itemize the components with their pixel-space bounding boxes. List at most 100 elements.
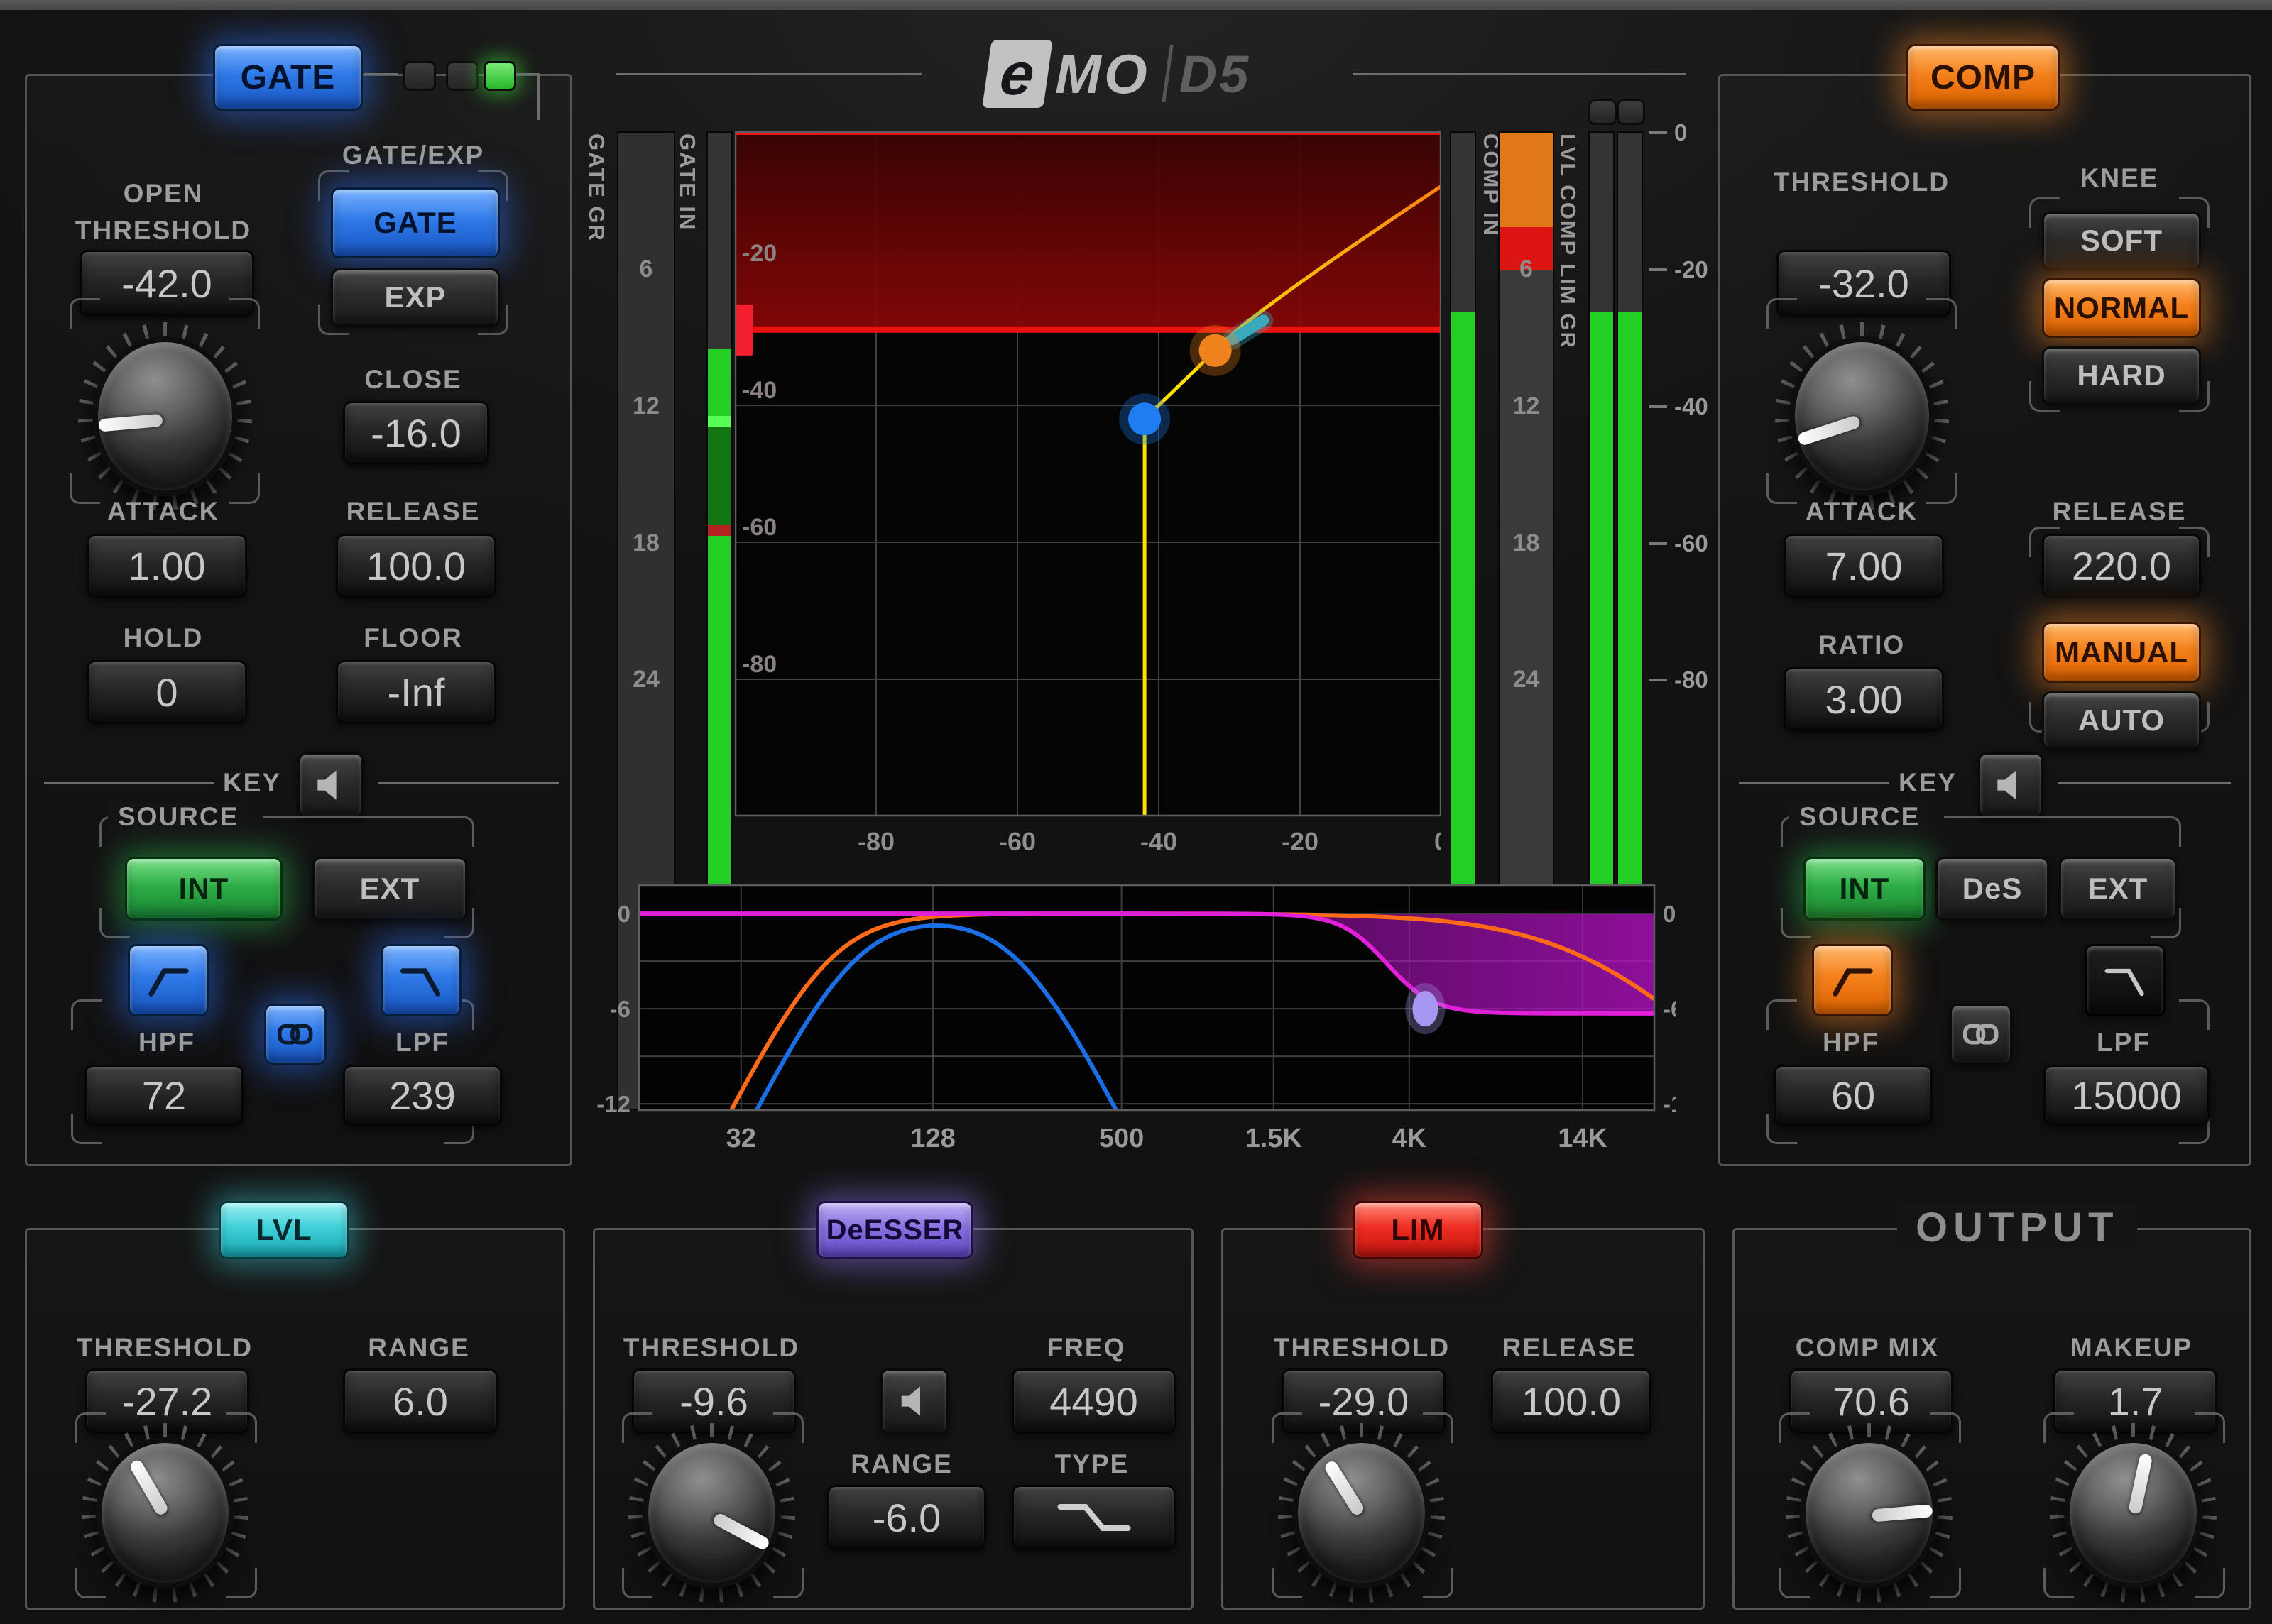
comp-hpf-label: HPF (1769, 1028, 1933, 1058)
comp-key-line-left (1740, 782, 1889, 784)
comp-enable-button[interactable]: COMP (1906, 44, 2060, 111)
svg-text:-60: -60 (999, 827, 1036, 856)
lim-enable-button[interactable]: LIM (1353, 1201, 1483, 1259)
svg-text:0: 0 (1434, 827, 1441, 856)
meter-scale-label: 6 (1500, 256, 1553, 283)
comp-filter-link-button[interactable] (1950, 1004, 2012, 1065)
deesser-listen-button[interactable] (880, 1368, 949, 1434)
meter-segment (1451, 133, 1475, 312)
lim-release-field[interactable]: 100.0 (1491, 1368, 1651, 1434)
dynamics-transfer-chart[interactable]: -20-40-60-80-80-60-40-200 (735, 131, 1441, 884)
gate-open-label-1: OPEN (57, 179, 270, 209)
highpass-filter-icon (1825, 956, 1879, 1004)
gate-key-line-left (44, 782, 214, 784)
comp-source-int-button[interactable]: INT (1803, 857, 1926, 921)
comp-source-ext-button[interactable]: EXT (2059, 857, 2177, 921)
deesser-type-selector[interactable] (1012, 1485, 1176, 1550)
output-title: OUTPUT (1897, 1204, 2137, 1251)
gate-in-meter-label: GATE IN (674, 133, 700, 231)
comp-knee-normal-button[interactable]: NORMAL (2042, 278, 2201, 338)
comp-key-listen-button[interactable] (1978, 752, 2043, 818)
svg-text:-80: -80 (858, 827, 895, 856)
deesser-freq-field[interactable]: 4490 (1012, 1368, 1176, 1434)
emo-d5-plugin-window: e MO D5 GATE OPEN THRESHOLD -42.0 GATE/E… (0, 0, 2272, 1624)
svg-text:-12: -12 (596, 1091, 630, 1117)
gate-source-label: SOURCE (108, 802, 248, 832)
gate-close-field[interactable]: -16.0 (343, 401, 489, 465)
svg-text:1.5K: 1.5K (1245, 1124, 1303, 1153)
speaker-icon (310, 764, 352, 806)
gate-key-label: KEY (213, 768, 291, 798)
lim-threshold-label: THRESHOLD (1255, 1333, 1468, 1363)
comp-knee-label: KNEE (2027, 163, 2212, 193)
gate-threshold-knob[interactable] (92, 336, 238, 496)
svg-text:4K: 4K (1392, 1124, 1427, 1153)
gate-lpf-enable-button[interactable] (381, 944, 462, 1016)
gate-close-label: CLOSE (321, 365, 506, 395)
deesser-range-field[interactable]: -6.0 (827, 1485, 986, 1550)
comp-ratio-label: RATIO (1755, 630, 1968, 660)
gate-release-field[interactable]: 100.0 (336, 534, 496, 598)
key-filter-response-chart[interactable]: 321285001.5K4K14K00-6-6-12-12 (596, 880, 1676, 1164)
link-icon (275, 1014, 315, 1054)
lvl-range-field[interactable]: 6.0 (343, 1368, 498, 1434)
level-scale-label: -80 (1649, 666, 1708, 693)
logo-divider (1162, 45, 1173, 102)
comp-release-field[interactable]: 220.0 (2042, 534, 2201, 598)
gate-hpf-enable-button[interactable] (128, 944, 209, 1016)
deesser-type-label: TYPE (985, 1449, 1198, 1479)
gate-hold-field[interactable]: 0 (87, 660, 247, 724)
gate-attack-field[interactable]: 1.00 (87, 534, 247, 598)
lim-release-label: RELEASE (1463, 1333, 1676, 1363)
output-makeup-label: MAKEUP (2025, 1333, 2238, 1363)
lvl-enable-button[interactable]: LVL (219, 1201, 349, 1259)
logo-mo-text: MO (1055, 42, 1150, 106)
gate-enable-button[interactable]: GATE (213, 44, 363, 111)
highpass-filter-icon (141, 956, 195, 1004)
comp-lpf-freq-field[interactable]: 15000 (2043, 1065, 2210, 1126)
gate-floor-field[interactable]: -Inf (336, 660, 496, 724)
gate-filter-link-button[interactable] (264, 1004, 327, 1065)
comp-mix-knob[interactable] (1800, 1437, 1938, 1589)
gate-key-listen-button[interactable] (298, 752, 364, 818)
gate-lpf-freq-field[interactable]: 239 (343, 1065, 502, 1126)
lvl-threshold-knob[interactable] (96, 1437, 234, 1589)
comp-knee-soft-button[interactable]: SOFT (2042, 212, 2201, 270)
meter-segment (1500, 133, 1553, 227)
comp-release-auto-button[interactable]: AUTO (2042, 691, 2201, 750)
makeup-knob[interactable] (2064, 1437, 2202, 1589)
speaker-icon (1989, 764, 2032, 806)
gate-source-int-button[interactable]: INT (125, 857, 283, 921)
gate-hpf-freq-field[interactable]: 72 (84, 1065, 244, 1126)
gate-mode-exp-button[interactable]: EXP (331, 268, 500, 327)
gate-mode-label: GATE/EXP (321, 141, 506, 170)
svg-text:32: 32 (726, 1124, 756, 1153)
comp-hpf-enable-button[interactable] (1812, 944, 1893, 1016)
deesser-enable-button[interactable]: DeESSER (816, 1201, 973, 1259)
deesser-threshold-knob[interactable] (643, 1437, 781, 1589)
comp-source-des-button[interactable]: DeS (1935, 857, 2049, 921)
gate-routing-led-1 (403, 61, 436, 91)
comp-lpf-enable-button[interactable] (2085, 944, 2166, 1016)
output-led-left (1588, 99, 1617, 125)
meter-scale-label: 6 (618, 256, 674, 283)
svg-text:-20: -20 (1282, 827, 1318, 856)
comp-attack-field[interactable]: 7.00 (1784, 534, 1944, 598)
gate-release-label: RELEASE (321, 497, 506, 527)
comp-threshold-label: THRESHOLD (1755, 168, 1968, 197)
svg-text:-40: -40 (1140, 827, 1177, 856)
comp-threshold-knob[interactable] (1789, 336, 1935, 496)
lvl-threshold-label: THRESHOLD (58, 1333, 271, 1363)
header-line-right (1353, 73, 1686, 75)
comp-knee-hard-button[interactable]: HARD (2042, 346, 2201, 405)
gate-mode-gate-button[interactable]: GATE (331, 187, 500, 258)
gate-source-ext-button[interactable]: EXT (312, 857, 467, 921)
meter-segment (708, 133, 731, 349)
meter-scale-label: 12 (618, 393, 674, 420)
comp-ratio-field[interactable]: 3.00 (1784, 667, 1944, 731)
lim-threshold-knob[interactable] (1292, 1437, 1431, 1589)
comp-release-manual-button[interactable]: MANUAL (2042, 622, 2201, 683)
meter-segment (708, 525, 731, 536)
comp-hpf-freq-field[interactable]: 60 (1774, 1065, 1933, 1126)
output-comp-mix-label: COMP MIX (1761, 1333, 1974, 1363)
